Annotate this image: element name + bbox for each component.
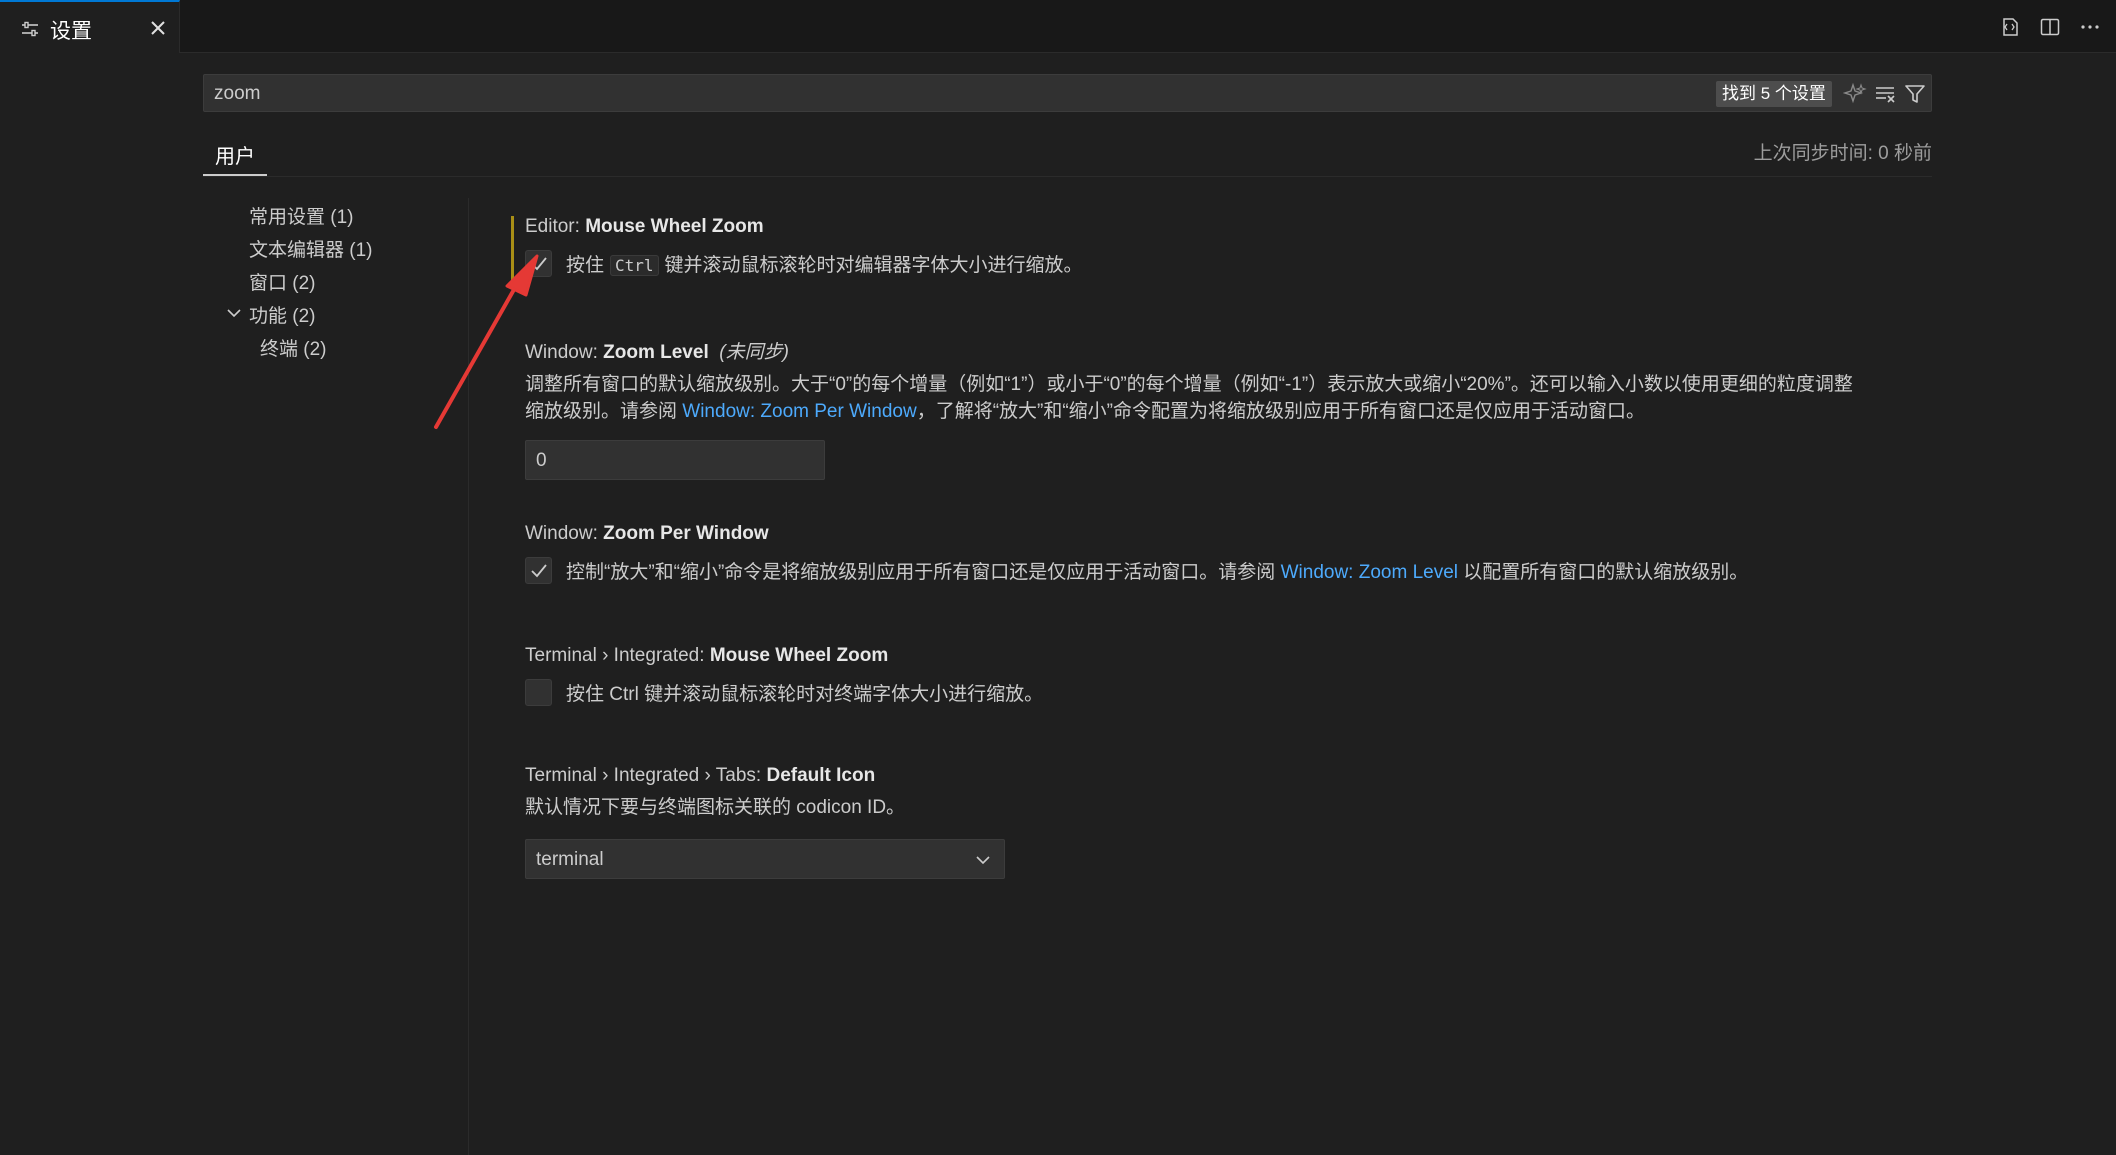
sync-status: 上次同步时间: 0 秒前 bbox=[1753, 143, 1932, 164]
setting-terminal-tabs-default-icon: Terminal › Integrated › Tabs: Default Ic… bbox=[525, 765, 1925, 879]
setting-sync-note: (未同步) bbox=[719, 342, 789, 363]
terminal-mouse-wheel-zoom-checkbox[interactable] bbox=[525, 679, 552, 706]
filter-icon bbox=[1905, 85, 1925, 103]
setting-title: Window: Zoom Level (未同步) bbox=[525, 337, 1925, 364]
setting-description: 控制“放大”和“缩小”命令是将缩放级别应用于所有窗口还是仅应用于活动窗口。请参阅… bbox=[566, 557, 1748, 584]
toc-item-terminal[interactable]: 终端 (2) bbox=[260, 334, 327, 361]
settings-tab[interactable]: 设置 bbox=[0, 0, 180, 53]
setting-category: Window: bbox=[525, 342, 604, 363]
setting-key: Zoom Per Window bbox=[603, 523, 769, 544]
toc-item-window[interactable]: 窗口 (2) bbox=[249, 268, 316, 295]
setting-checkbox-row: 控制“放大”和“缩小”命令是将缩放级别应用于所有窗口还是仅应用于活动窗口。请参阅… bbox=[525, 557, 1748, 584]
default-icon-select[interactable]: terminal bbox=[525, 839, 1005, 879]
split-editor-button[interactable] bbox=[2034, 11, 2066, 43]
setting-title: Editor: Mouse Wheel Zoom bbox=[525, 216, 1925, 238]
settings-sliders-icon bbox=[22, 21, 38, 37]
setting-category: Terminal › Integrated › Tabs: bbox=[525, 765, 767, 786]
close-icon[interactable] bbox=[146, 16, 170, 40]
setting-key: Zoom Level bbox=[603, 342, 709, 363]
ai-search-button[interactable] bbox=[1841, 80, 1869, 108]
ctrl-key-code: Ctrl bbox=[610, 255, 659, 276]
setting-key: Default Icon bbox=[766, 765, 876, 786]
check-icon bbox=[530, 256, 547, 270]
filter-settings-button[interactable] bbox=[1901, 80, 1929, 108]
toc-item-commonly-used[interactable]: 常用设置 (1) bbox=[249, 202, 354, 229]
check-icon bbox=[530, 563, 547, 577]
focused-setting-indicator bbox=[511, 216, 514, 288]
desc-text: 控制“放大”和“缩小”命令是将缩放级别应用于所有窗口还是仅应用于活动窗口。请参阅 bbox=[566, 562, 1281, 583]
search-value: zoom bbox=[214, 83, 261, 104]
toc-divider bbox=[468, 198, 469, 1155]
editor-tab-bar: 设置 bbox=[0, 0, 2116, 53]
setting-title: Terminal › Integrated › Tabs: Default Ic… bbox=[525, 765, 1925, 787]
chevron-down-icon bbox=[976, 856, 990, 865]
tab-label: 设置 bbox=[50, 20, 92, 43]
setting-description: 调整所有窗口的默认缩放级别。大于“0”的每个增量（例如“1”）或小于“0”的每个… bbox=[525, 371, 1925, 425]
setting-window-zoom-per-window: Window: Zoom Per Window 控制“放大”和“缩小”命令是将缩… bbox=[525, 523, 1925, 584]
editor-mouse-wheel-zoom-checkbox[interactable] bbox=[525, 250, 552, 277]
desc-line: 调整所有窗口的默认缩放级别。大于“0”的每个增量（例如“1”）或小于“0”的每个… bbox=[525, 374, 1853, 395]
sparkle-icon bbox=[1843, 82, 1867, 104]
open-settings-json-icon bbox=[2003, 17, 2018, 36]
setting-editor-mouse-wheel-zoom: Editor: Mouse Wheel Zoom 按住 Ctrl 键并滚动鼠标滚轮时… bbox=[525, 216, 1925, 277]
setting-checkbox-row: 按住 Ctrl 键并滚动鼠标滚轮时对编辑器字体大小进行缩放。 bbox=[525, 250, 1083, 277]
zoom-per-window-checkbox[interactable] bbox=[525, 557, 552, 584]
zoom-level-input[interactable]: 0 bbox=[525, 440, 825, 480]
setting-terminal-mouse-wheel-zoom: Terminal › Integrated: Mouse Wheel Zoom … bbox=[525, 645, 1925, 706]
setting-checkbox-row: 按住 Ctrl 键并滚动鼠标滚轮时对终端字体大小进行缩放。 bbox=[525, 679, 1043, 706]
desc-line: 缩放级别。请参阅 Window: Zoom Per Window，了解将“放大”… bbox=[525, 398, 1925, 425]
setting-category: Editor: bbox=[525, 216, 586, 237]
setting-title: Terminal › Integrated: Mouse Wheel Zoom bbox=[525, 645, 1925, 667]
search-results-badge: 找到 5 个设置 bbox=[1716, 81, 1832, 107]
more-actions-icon bbox=[2081, 24, 2099, 29]
desc-text: 按住 bbox=[566, 255, 605, 276]
select-value: terminal bbox=[536, 849, 604, 870]
setting-window-zoom-level: Window: Zoom Level (未同步) 调整所有窗口的默认缩放级别。大… bbox=[525, 337, 1925, 480]
desc-text: ，了解将“放大”和“缩小”命令配置为将缩放级别应用于所有窗口还是仅应用于活动窗口… bbox=[916, 401, 1645, 422]
setting-key: Mouse Wheel Zoom bbox=[585, 216, 764, 237]
setting-description: 按住 Ctrl 键并滚动鼠标滚轮时对终端字体大小进行缩放。 bbox=[566, 684, 1044, 705]
scope-divider bbox=[203, 176, 1932, 177]
clear-filter-icon bbox=[1876, 87, 1895, 103]
desc-text: 以配置所有窗口的默认缩放级别。 bbox=[1458, 562, 1749, 583]
open-settings-json-button[interactable] bbox=[1994, 11, 2026, 43]
more-actions-button[interactable] bbox=[2074, 11, 2106, 43]
setting-title: Window: Zoom Per Window bbox=[525, 523, 1925, 545]
setting-category: Window: bbox=[525, 523, 604, 544]
chevron-down-icon[interactable] bbox=[223, 302, 245, 324]
clear-search-button[interactable] bbox=[1871, 80, 1899, 108]
editor-actions bbox=[1994, 0, 2116, 53]
desc-text: 键并滚动鼠标滚轮时对编辑器字体大小进行缩放。 bbox=[664, 255, 1083, 276]
settings-search-input[interactable]: zoom 找到 5 个设置 bbox=[203, 74, 1932, 112]
zoom-level-link[interactable]: Window: Zoom Level bbox=[1281, 562, 1458, 583]
setting-description: 默认情况下要与终端图标关联的 codicon ID。 bbox=[525, 797, 906, 818]
tab-user-settings[interactable]: 用户 bbox=[203, 134, 267, 176]
desc-text: 缩放级别。请参阅 bbox=[525, 401, 683, 422]
toc-item-text-editor[interactable]: 文本编辑器 (1) bbox=[249, 235, 373, 262]
toc-item-features[interactable]: 功能 (2) bbox=[249, 301, 316, 328]
setting-category: Terminal › Integrated: bbox=[525, 645, 710, 666]
zoom-per-window-link[interactable]: Window: Zoom Per Window bbox=[682, 401, 916, 422]
setting-key: Mouse Wheel Zoom bbox=[709, 645, 889, 666]
setting-description: 按住 Ctrl 键并滚动鼠标滚轮时对编辑器字体大小进行缩放。 bbox=[566, 250, 1083, 277]
split-editor-icon bbox=[2040, 18, 2060, 35]
